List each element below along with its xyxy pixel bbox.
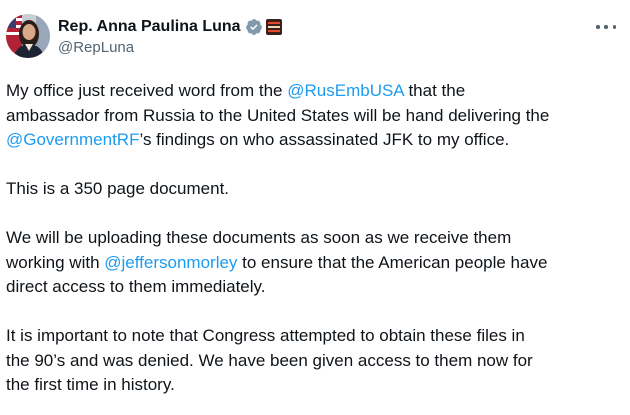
text-line: ambassador from Russia to the United Sta…: [6, 105, 550, 125]
text-line: the 90’s and was denied. We have been gi…: [6, 350, 533, 370]
author-display-name[interactable]: Rep. Anna Paulina Luna: [58, 18, 241, 36]
text-line: This is a 350 page document.: [6, 179, 230, 198]
avatar-image: [6, 14, 50, 58]
post-paragraph-4: It is important to note that Congress at…: [6, 324, 626, 398]
post-paragraph-2: This is a 350 page document.: [6, 177, 626, 202]
post-text: My office just received word from the @R…: [6, 79, 626, 415]
post-paragraph-3: We will be uploading these documents as …: [6, 226, 626, 300]
mention-link-governmentrf[interactable]: @GovernmentRF: [6, 130, 139, 149]
verified-badge-icon[interactable]: [245, 18, 263, 36]
text-segment: to ensure that the American people have: [237, 252, 548, 272]
mention-link-rusembusa[interactable]: @RusEmbUSA: [287, 81, 403, 100]
post-header: Rep. Anna Paulina Luna @RepLuna: [0, 12, 630, 62]
text-segment: that the: [403, 81, 466, 100]
text-segment: My office just received word from the: [6, 81, 288, 100]
post: Rep. Anna Paulina Luna @RepLuna My offic…: [0, 0, 630, 415]
more-options-icon[interactable]: [596, 20, 616, 34]
name-row: Rep. Anna Paulina Luna: [58, 16, 282, 38]
text-line: It is important to note that Congress at…: [6, 326, 525, 345]
author-info: Rep. Anna Paulina Luna @RepLuna: [58, 16, 282, 56]
text-line: the first time in history.: [6, 375, 175, 394]
text-segment: working with: [6, 252, 105, 272]
author-handle[interactable]: @RepLuna: [58, 39, 282, 56]
text-line: direct access to them immediately.: [6, 277, 266, 296]
affiliate-badge-icon[interactable]: [265, 19, 282, 35]
avatar[interactable]: [6, 14, 50, 58]
mention-link-jeffersonmorley[interactable]: @jeffersonmorley: [104, 253, 237, 272]
text-line: We will be uploading these documents as …: [6, 228, 512, 247]
text-segment: ’s findings on who assassinated JFK to m…: [139, 130, 510, 149]
post-paragraph-1: My office just received word from the @R…: [6, 79, 626, 153]
